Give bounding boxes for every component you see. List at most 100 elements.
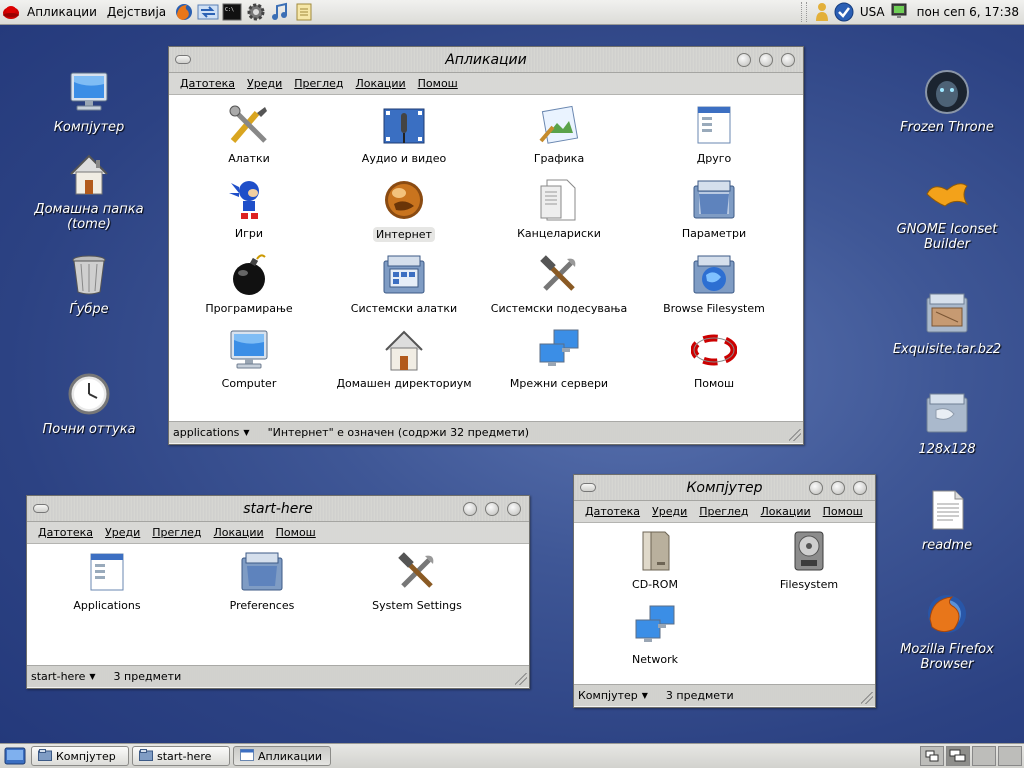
desktop-icon-gnome-iconset[interactable]: GNOME Iconset Builder <box>892 170 1002 252</box>
menu-edit[interactable]: Уреди <box>241 77 288 90</box>
desktop-icon-start-here[interactable]: Почни оттука <box>34 370 144 437</box>
minimize-button[interactable] <box>737 53 751 67</box>
item-computer[interactable]: Computer <box>174 326 324 390</box>
window-menu-button[interactable] <box>175 55 191 64</box>
item-network-servers[interactable]: Мрежни сервери <box>484 326 634 390</box>
item-label: Графика <box>533 152 585 165</box>
firefox-icon[interactable] <box>173 1 195 23</box>
window-titlebar[interactable]: start-here <box>27 496 529 522</box>
workspace-1[interactable] <box>946 746 970 766</box>
window-start-here[interactable]: start-here Датотека Уреди Преглед Локаци… <box>26 495 530 689</box>
user-icon[interactable] <box>811 1 833 23</box>
menu-places[interactable]: Локации <box>349 77 411 90</box>
home-icon <box>65 150 113 198</box>
window-menu-button[interactable] <box>33 504 49 513</box>
applications-menu[interactable]: Апликации <box>22 0 102 25</box>
item-internet[interactable]: Интернет <box>329 176 479 242</box>
taskbar-button-computer[interactable]: Компјутер <box>31 746 129 766</box>
desktop-icon-home[interactable]: Домашна папка (tome) <box>34 150 144 232</box>
network-arrows-icon[interactable] <box>197 1 219 23</box>
menu-view[interactable]: Преглед <box>146 526 207 539</box>
resize-grip-icon[interactable] <box>515 673 527 685</box>
item-system-settings[interactable]: Системски подесувања <box>484 251 634 315</box>
location-dropdown[interactable]: applications ▼ <box>169 426 254 439</box>
menu-places[interactable]: Локации <box>207 526 269 539</box>
close-button[interactable] <box>781 53 795 67</box>
workspace-3[interactable] <box>998 746 1022 766</box>
item-preferences[interactable]: Параметри <box>639 176 789 240</box>
window-titlebar[interactable]: Компјутер <box>574 475 875 501</box>
window-list-icon[interactable] <box>920 746 944 766</box>
statusbar: applications ▼ "Интернет" е означен (содр… <box>169 421 803 443</box>
item-programming[interactable]: Програмирање <box>174 251 324 315</box>
menu-view[interactable]: Преглед <box>288 77 349 90</box>
item-applications[interactable]: Applications <box>32 548 182 612</box>
menu-help[interactable]: Помош <box>817 505 869 518</box>
terminal-icon[interactable]: C:\ <box>221 1 243 23</box>
item-audio-video[interactable]: Аудио и видео <box>329 101 479 165</box>
desktop-icon-128x128[interactable]: 128x128 <box>892 390 1002 457</box>
maximize-button[interactable] <box>485 502 499 516</box>
item-network[interactable]: Network <box>580 602 730 666</box>
gear-icon[interactable] <box>245 1 267 23</box>
maximize-button[interactable] <box>831 481 845 495</box>
maximize-button[interactable] <box>759 53 773 67</box>
item-home-dir[interactable]: Домашен директориум <box>329 326 479 390</box>
item-filesystem[interactable]: Filesystem <box>734 527 884 591</box>
taskbar-button-start-here[interactable]: start-here <box>132 746 230 766</box>
item-other[interactable]: Друго <box>639 101 789 165</box>
desktop-icon-frozen-throne[interactable]: Frozen Throne <box>892 68 1002 135</box>
menu-file[interactable]: Датотека <box>32 526 99 539</box>
panel-grip[interactable] <box>800 2 807 22</box>
menu-help[interactable]: Помош <box>270 526 322 539</box>
keyboard-layout[interactable]: USA <box>855 5 890 19</box>
window-titlebar[interactable]: Апликации <box>169 47 803 73</box>
minimize-button[interactable] <box>463 502 477 516</box>
menu-view[interactable]: Преглед <box>693 505 754 518</box>
update-check-icon[interactable] <box>833 1 855 23</box>
desktop-icon-readme[interactable]: readme <box>892 486 1002 553</box>
desktop-icon-trash[interactable]: Ѓубре <box>34 250 144 317</box>
menu-edit[interactable]: Уреди <box>646 505 693 518</box>
item-tools[interactable]: Алатки <box>174 101 324 165</box>
location-dropdown[interactable]: start-here ▼ <box>27 670 100 683</box>
minimize-button[interactable] <box>809 481 823 495</box>
network-monitor-icon[interactable] <box>890 1 912 23</box>
location-dropdown[interactable]: Компјутер ▼ <box>574 689 652 702</box>
desktop-icon-exquisite[interactable]: Exquisite.tar.bz2 <box>892 290 1002 357</box>
menu-edit[interactable]: Уреди <box>99 526 146 539</box>
menu-places[interactable]: Локации <box>754 505 816 518</box>
menu-file[interactable]: Датотека <box>579 505 646 518</box>
window-menu-button[interactable] <box>580 483 596 492</box>
desktop-icon-label: Почни оттука <box>42 422 136 437</box>
notes-icon[interactable] <box>293 1 315 23</box>
item-cdrom[interactable]: CD-ROM <box>580 527 730 591</box>
resize-grip-icon[interactable] <box>861 692 873 704</box>
item-preferences[interactable]: Preferences <box>187 548 337 612</box>
close-button[interactable] <box>853 481 867 495</box>
firefox-icon <box>923 590 971 638</box>
menubar: Датотека Уреди Преглед Локации Помош <box>27 522 529 544</box>
item-office[interactable]: Канцелариски <box>484 176 634 240</box>
taskbar-button-applications[interactable]: Апликации <box>233 746 331 766</box>
menu-help[interactable]: Помош <box>412 77 464 90</box>
close-button[interactable] <box>507 502 521 516</box>
item-system-settings[interactable]: System Settings <box>342 548 492 612</box>
workspace-2[interactable] <box>972 746 996 766</box>
music-icon[interactable] <box>269 1 291 23</box>
window-applications[interactable]: Апликации Датотека Уреди Преглед Локации… <box>168 46 804 445</box>
menu-file[interactable]: Датотека <box>174 77 241 90</box>
show-desktop-icon[interactable] <box>2 745 28 767</box>
redhat-logo-icon[interactable] <box>0 1 22 23</box>
item-browse-filesystem[interactable]: Browse Filesystem <box>639 251 789 315</box>
resize-grip-icon[interactable] <box>789 429 801 441</box>
item-system-tools[interactable]: Системски алатки <box>329 251 479 315</box>
desktop-icon-computer[interactable]: Компјутер <box>34 68 144 135</box>
desktop-icon-firefox[interactable]: Mozilla Firefox Browser <box>892 590 1002 672</box>
window-computer[interactable]: Компјутер Датотека Уреди Преглед Локации… <box>573 474 876 708</box>
item-graphics[interactable]: Графика <box>484 101 634 165</box>
clock[interactable]: пон сеп 6, 17:38 <box>912 5 1024 19</box>
item-help[interactable]: Помош <box>639 326 789 390</box>
actions-menu[interactable]: Дејствија <box>102 0 171 25</box>
item-games[interactable]: Игри <box>174 176 324 240</box>
